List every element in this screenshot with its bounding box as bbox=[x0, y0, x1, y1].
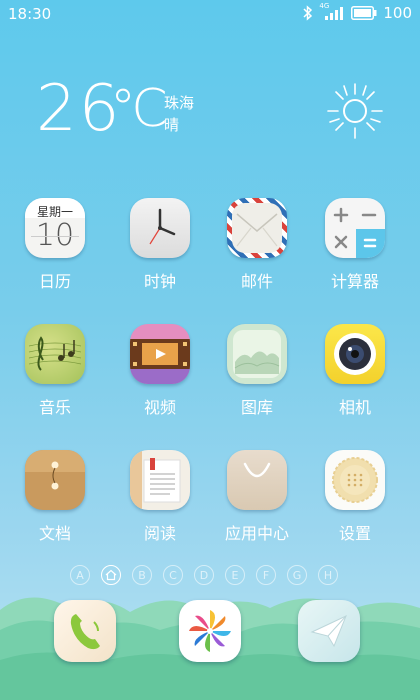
battery-icon bbox=[351, 6, 377, 20]
app-mail[interactable]: 邮件 bbox=[212, 198, 302, 308]
reading-icon bbox=[130, 450, 190, 510]
weather-condition: 晴 bbox=[164, 116, 180, 134]
pinwheel-icon bbox=[189, 610, 231, 652]
app-label: 邮件 bbox=[240, 272, 273, 291]
bluetooth-icon bbox=[303, 5, 313, 21]
app-label: 设置 bbox=[338, 524, 371, 543]
dock-pinwheel[interactable] bbox=[179, 600, 241, 662]
signal-icon: 4G bbox=[319, 2, 345, 21]
calculator-icon bbox=[325, 198, 385, 258]
app-label: 日历 bbox=[38, 272, 71, 291]
page-dot-e[interactable]: E bbox=[225, 565, 245, 585]
page-indicator: A B C D E F G H bbox=[70, 565, 338, 585]
phone-icon bbox=[70, 614, 100, 650]
app-reading[interactable]: 阅读 bbox=[115, 450, 205, 560]
app-label: 阅读 bbox=[143, 524, 176, 543]
page-dot-b[interactable]: B bbox=[132, 565, 152, 585]
app-label: 计算器 bbox=[330, 272, 379, 291]
app-clock[interactable]: 时钟 bbox=[115, 198, 205, 308]
page-dot-d[interactable]: D bbox=[194, 565, 214, 585]
app-calculator[interactable]: 计算器 bbox=[310, 198, 400, 308]
music-icon bbox=[25, 324, 85, 384]
temperature-unit: ℃ bbox=[110, 79, 169, 139]
home-icon bbox=[105, 569, 117, 581]
dock-phone[interactable] bbox=[54, 600, 116, 662]
document-icon bbox=[25, 450, 85, 510]
sun-icon bbox=[327, 83, 383, 139]
page-dot-h[interactable]: H bbox=[318, 565, 338, 585]
app-settings[interactable]: 设置 bbox=[310, 450, 400, 560]
paper-plane-icon bbox=[310, 615, 347, 648]
app-app-center[interactable]: 应用中心 bbox=[212, 450, 302, 560]
gallery-icon bbox=[227, 324, 287, 384]
page-dot-a[interactable]: A bbox=[70, 565, 90, 585]
video-icon bbox=[130, 324, 190, 384]
weather-widget[interactable]: 26 ℃ 珠海 晴 bbox=[36, 74, 396, 144]
dock-messages[interactable] bbox=[298, 600, 360, 662]
app-label: 视频 bbox=[143, 398, 176, 417]
city-name: 珠海 bbox=[164, 94, 195, 112]
calendar-icon: 星期一 10 bbox=[25, 198, 85, 258]
app-gallery[interactable]: 图库 bbox=[212, 324, 302, 434]
app-label: 音乐 bbox=[38, 398, 71, 417]
camera-icon bbox=[325, 324, 385, 384]
page-dot-c[interactable]: C bbox=[163, 565, 183, 585]
clock-icon bbox=[130, 198, 190, 258]
app-label: 相机 bbox=[338, 398, 371, 417]
app-label: 文档 bbox=[38, 524, 71, 543]
page-dot-f[interactable]: F bbox=[256, 565, 276, 585]
temperature: 26 bbox=[36, 72, 122, 146]
mail-icon bbox=[227, 198, 287, 258]
status-time: 18:30 bbox=[8, 5, 52, 23]
app-label: 应用中心 bbox=[224, 524, 289, 543]
status-bar: 18:30 4G 100 bbox=[0, 0, 420, 28]
app-label: 时钟 bbox=[143, 272, 176, 291]
app-music[interactable]: 音乐 bbox=[10, 324, 100, 434]
app-label: 图库 bbox=[240, 398, 273, 417]
status-icons: 4G 100 bbox=[303, 2, 412, 22]
app-documents[interactable]: 文档 bbox=[10, 450, 100, 560]
battery-level: 100 bbox=[383, 4, 412, 22]
app-camera[interactable]: 相机 bbox=[310, 324, 400, 434]
app-center-icon bbox=[227, 450, 287, 510]
app-calendar[interactable]: 星期一 10 日历 bbox=[10, 198, 100, 308]
page-dot-home[interactable] bbox=[101, 565, 121, 585]
app-video[interactable]: 视频 bbox=[115, 324, 205, 434]
settings-icon bbox=[325, 450, 385, 510]
page-dot-g[interactable]: G bbox=[287, 565, 307, 585]
